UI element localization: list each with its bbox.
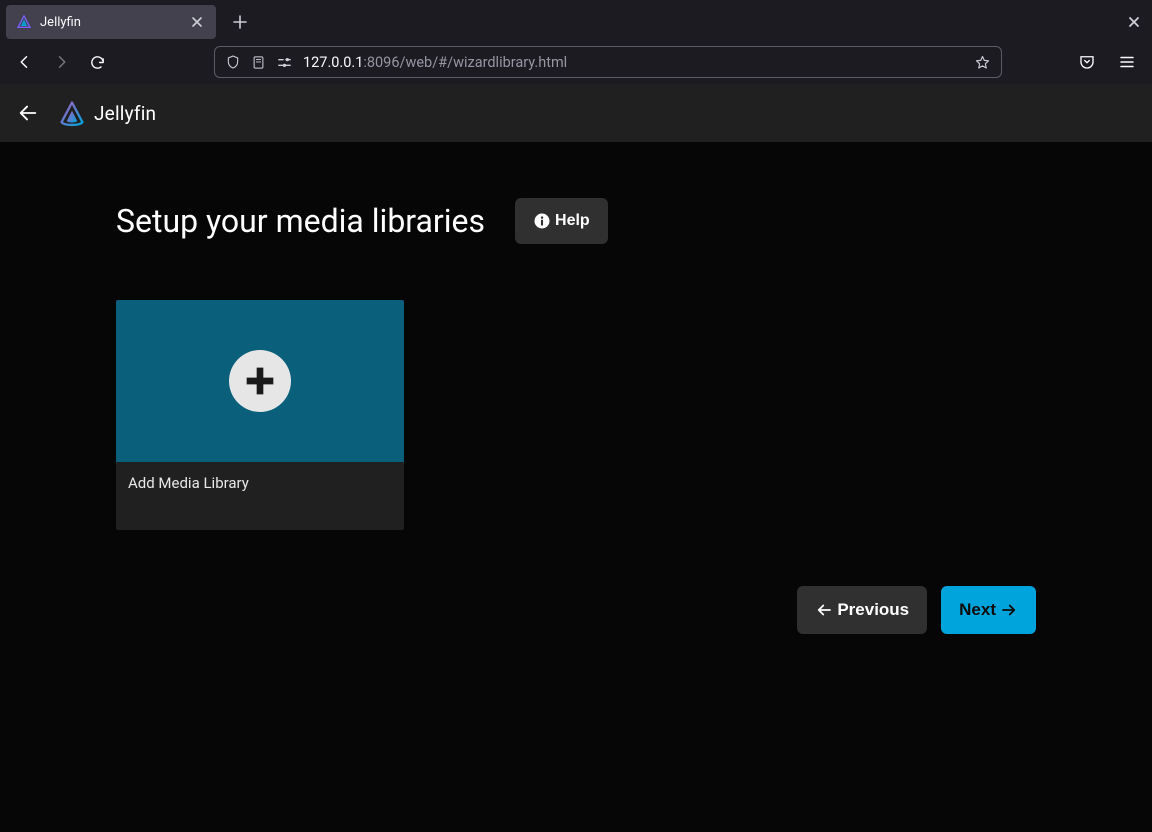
add-media-library-card[interactable]: Add Media Library — [116, 300, 404, 530]
browser-chrome: Jellyfin 127.0.0.1:8096/ — [0, 0, 1152, 84]
add-icon — [229, 350, 291, 412]
jellyfin-logo-icon — [58, 99, 86, 127]
browser-back-button[interactable] — [10, 47, 40, 77]
browser-forward-button[interactable] — [46, 47, 76, 77]
card-label: Add Media Library — [116, 462, 404, 530]
browser-tab-title: Jellyfin — [40, 15, 180, 30]
window-close-button[interactable] — [1122, 10, 1146, 34]
new-tab-button[interactable] — [226, 8, 254, 36]
arrow-right-icon — [1000, 601, 1018, 619]
bookmark-star-button[interactable] — [974, 54, 991, 71]
app-viewport: Jellyfin Setup your media libraries Help — [0, 84, 1152, 832]
address-bar[interactable]: 127.0.0.1:8096/web/#/wizardlibrary.html — [214, 46, 1002, 78]
wizard-nav: Previous Next — [116, 586, 1036, 634]
arrow-left-icon — [815, 601, 833, 619]
browser-reload-button[interactable] — [82, 47, 112, 77]
address-bar-icons — [225, 54, 293, 70]
app-brand-name: Jellyfin — [94, 102, 156, 125]
permissions-icon[interactable] — [276, 55, 293, 70]
page-info-icon[interactable] — [251, 55, 266, 70]
app-header: Jellyfin — [0, 84, 1152, 142]
address-bar-url: 127.0.0.1:8096/web/#/wizardlibrary.html — [303, 54, 964, 71]
next-button-label: Next — [959, 600, 996, 620]
tab-strip: Jellyfin — [0, 0, 1152, 44]
app-brand[interactable]: Jellyfin — [58, 99, 156, 127]
previous-button-label: Previous — [837, 600, 909, 620]
next-button[interactable]: Next — [941, 586, 1036, 634]
wizard-content: Setup your media libraries Help Add Medi — [0, 142, 1152, 832]
browser-toolbar: 127.0.0.1:8096/web/#/wizardlibrary.html — [0, 44, 1152, 84]
browser-tab[interactable]: Jellyfin — [6, 5, 216, 39]
shield-icon[interactable] — [225, 54, 241, 70]
pocket-save-button[interactable] — [1072, 47, 1102, 77]
app-back-button[interactable] — [14, 99, 42, 127]
card-media — [116, 300, 404, 462]
info-icon — [533, 212, 551, 230]
help-button[interactable]: Help — [515, 198, 608, 244]
jellyfin-favicon-icon — [16, 14, 32, 30]
previous-button[interactable]: Previous — [797, 586, 927, 634]
help-button-label: Help — [555, 212, 590, 230]
browser-menu-button[interactable] — [1112, 47, 1142, 77]
page-title: Setup your media libraries — [116, 202, 485, 240]
close-tab-button[interactable] — [188, 13, 206, 31]
